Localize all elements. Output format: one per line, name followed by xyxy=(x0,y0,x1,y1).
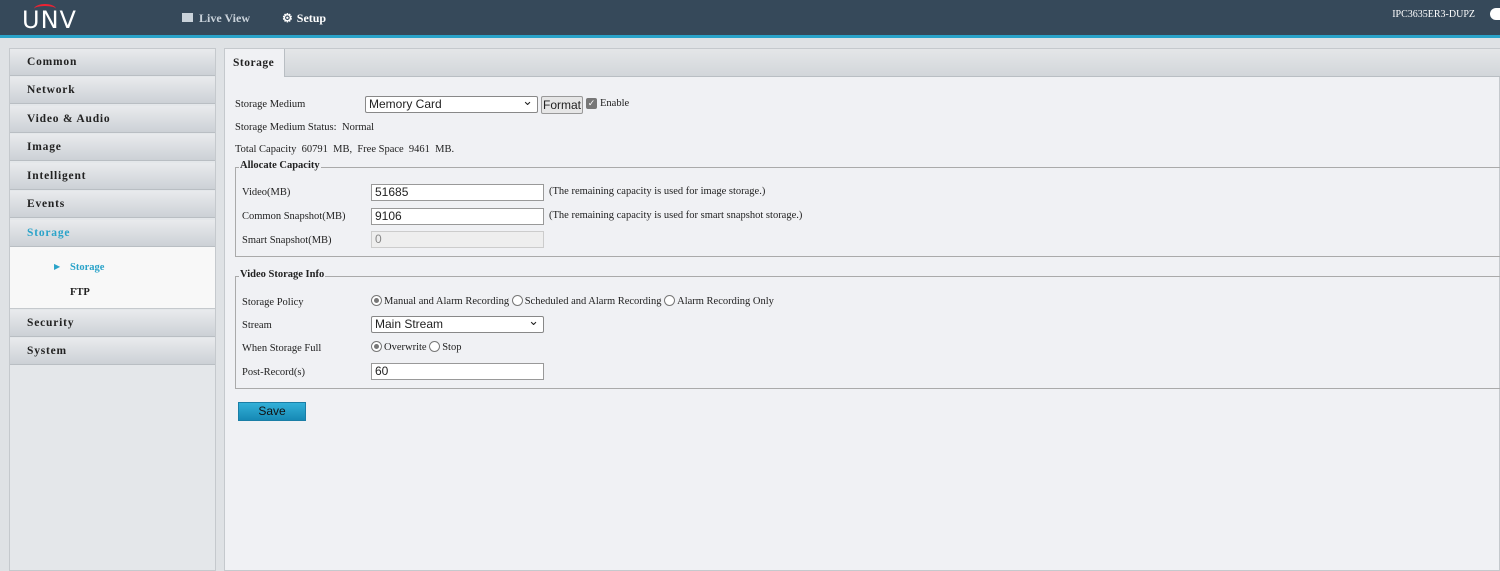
video-mb-input[interactable]: 51685 xyxy=(371,184,544,201)
radio-stop[interactable]: Stop xyxy=(429,341,462,353)
video-mb-label: Video(MB) xyxy=(242,187,291,198)
nav-label: Live View xyxy=(199,11,250,25)
post-record-input[interactable]: 60 xyxy=(371,363,544,380)
save-button[interactable]: Save xyxy=(238,402,306,421)
radio-label: Scheduled and Alarm Recording xyxy=(524,296,662,307)
nav-live-view[interactable]: Live View xyxy=(182,0,262,38)
sidebar-item-system[interactable]: System xyxy=(10,338,215,365)
stream-select[interactable]: Main Stream xyxy=(371,313,544,333)
enable-label: Enable xyxy=(600,98,630,109)
format-button[interactable]: Format xyxy=(541,96,583,114)
storage-full-radios: Overwrite Stop xyxy=(371,341,461,353)
unv-logo: UNV xyxy=(22,4,77,34)
tab-storage[interactable]: Storage xyxy=(225,49,285,77)
nav-setup[interactable]: ⚙ Setup xyxy=(272,0,370,38)
radio-overwrite[interactable]: Overwrite xyxy=(371,341,427,353)
radio-label: Manual and Alarm Recording xyxy=(384,296,510,307)
radio-scheduled-alarm[interactable]: Scheduled and Alarm Recording xyxy=(511,295,662,307)
radio-icon xyxy=(511,295,523,306)
radio-icon xyxy=(371,341,382,352)
tab-bar: Storage xyxy=(225,49,1500,77)
radio-label: Overwrite xyxy=(384,342,427,353)
sidebar-item-storage[interactable]: Storage xyxy=(10,220,215,247)
content-panel: Storage Storage Medium Memory Card Forma… xyxy=(224,48,1500,571)
monitor-icon xyxy=(182,13,193,22)
sidebar: Common Network Video & Audio Image Intel… xyxy=(9,48,216,571)
enable-checkbox[interactable]: ✓ xyxy=(586,98,597,109)
post-record-label: Post-Record(s) xyxy=(242,367,305,378)
gear-icon: ⚙ xyxy=(282,11,293,25)
capacity-text: Total Capacity 60791 MB, Free Space 9461… xyxy=(235,144,455,155)
video-mb-hint: (The remaining capacity is used for imag… xyxy=(549,186,766,197)
storage-submenu: ▶ Storage FTP xyxy=(10,247,215,309)
sidebar-item-intelligent[interactable]: Intelligent xyxy=(10,163,215,190)
storage-medium-select[interactable]: Memory Card xyxy=(365,93,538,113)
storage-full-label: When Storage Full xyxy=(242,343,322,354)
logout-icon[interactable] xyxy=(1490,8,1500,20)
smart-snapshot-label: Smart Snapshot(MB) xyxy=(242,235,332,246)
storage-medium-label: Storage Medium xyxy=(235,99,306,110)
status-value: Normal xyxy=(342,122,375,133)
radio-label: Stop xyxy=(442,342,462,353)
device-model: IPC3635ER3-DUPZ xyxy=(1392,9,1475,20)
radio-manual-alarm[interactable]: Manual and Alarm Recording xyxy=(371,295,510,307)
submenu-ftp[interactable]: FTP xyxy=(70,287,90,298)
radio-icon xyxy=(371,295,382,306)
radio-label: Alarm Recording Only xyxy=(677,296,774,307)
stream-label: Stream xyxy=(242,320,272,331)
sidebar-item-common[interactable]: Common xyxy=(10,49,215,76)
submenu-storage[interactable]: Storage xyxy=(70,262,104,273)
top-header: UNV Live View ⚙ Setup IPC3635ER3-DUPZ xyxy=(0,0,1500,38)
radio-alarm-only[interactable]: Alarm Recording Only xyxy=(664,295,774,307)
status-label: Storage Medium Status: xyxy=(235,122,337,133)
common-snapshot-hint: (The remaining capacity is used for smar… xyxy=(549,210,803,221)
radio-icon xyxy=(664,295,676,306)
smart-snapshot-input: 0 xyxy=(371,231,544,248)
common-snapshot-input[interactable]: 9106 xyxy=(371,208,544,225)
allocate-legend: Allocate Capacity xyxy=(239,160,321,171)
video-storage-info-group: Video Storage Info Storage Policy Manual… xyxy=(235,269,1500,389)
nav-label: Setup xyxy=(296,11,327,25)
sidebar-item-video-audio[interactable]: Video & Audio xyxy=(10,106,215,133)
allocate-capacity-group: Allocate Capacity Video(MB) 51685 (The r… xyxy=(235,160,1500,257)
sidebar-item-image[interactable]: Image xyxy=(10,134,215,161)
sidebar-item-security[interactable]: Security xyxy=(10,310,215,337)
caret-right-icon: ▶ xyxy=(54,262,61,271)
sidebar-item-network[interactable]: Network xyxy=(10,77,215,104)
common-snapshot-label: Common Snapshot(MB) xyxy=(242,211,346,222)
sidebar-item-events[interactable]: Events xyxy=(10,191,215,218)
video-storage-legend: Video Storage Info xyxy=(239,269,326,280)
radio-icon xyxy=(429,341,441,352)
storage-policy-label: Storage Policy xyxy=(242,297,304,308)
storage-policy-radios: Manual and Alarm Recording Scheduled and… xyxy=(371,295,774,307)
